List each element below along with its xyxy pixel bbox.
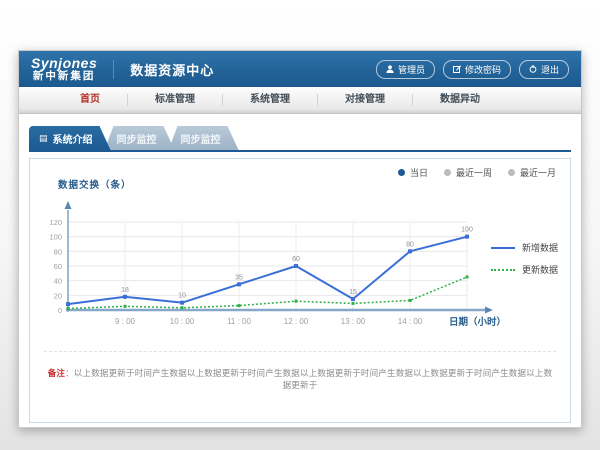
logout-label: 退出 <box>541 63 559 76</box>
svg-text:10 : 00: 10 : 00 <box>170 317 195 326</box>
svg-text:18: 18 <box>121 287 129 294</box>
radio-selected-icon <box>398 169 405 176</box>
period-last-week-label: 最近一周 <box>456 166 492 179</box>
svg-text:13 : 00: 13 : 00 <box>341 317 366 326</box>
radio-icon <box>508 169 515 176</box>
svg-text:10: 10 <box>178 293 186 300</box>
radio-icon <box>444 169 451 176</box>
footnote-text: ：以上数据更新于时间产生数据以上数据更新于时间产生数据以上数据更新于时间产生数据… <box>65 368 552 390</box>
app-header: Synjones 新中新集团 数据资源中心 管理员 修改密码 退出 <box>19 51 581 87</box>
svg-text:120: 120 <box>49 218 62 227</box>
solid-line-sample-icon <box>491 247 515 249</box>
period-today-label: 当日 <box>410 166 428 179</box>
svg-text:40: 40 <box>54 277 62 286</box>
tab-sync-monitor-2-label: 同步监控 <box>181 131 221 146</box>
svg-text:0: 0 <box>58 306 62 315</box>
admin-label: 管理员 <box>398 63 425 76</box>
nav-item-data-change[interactable]: 数据异动 <box>413 94 507 106</box>
main-content: ▤ 系统介绍 同步监控 同步监控 当日 最近一周 <box>19 114 581 423</box>
tab-system-intro[interactable]: ▤ 系统介绍 <box>29 126 111 150</box>
nav-item-interface-mgmt[interactable]: 对接管理 <box>318 94 413 106</box>
user-menu: 管理员 修改密码 退出 <box>376 60 569 79</box>
tab-bar: ▤ 系统介绍 同步监控 同步监控 <box>29 126 571 152</box>
admin-button[interactable]: 管理员 <box>376 60 435 79</box>
period-option-last-month[interactable]: 最近一月 <box>508 166 556 179</box>
user-icon <box>386 65 394 73</box>
period-option-today[interactable]: 当日 <box>398 166 428 179</box>
svg-text:80: 80 <box>406 241 414 248</box>
nav-item-home[interactable]: 首页 <box>53 94 128 106</box>
footnote: 备注：以上数据更新于时间产生数据以上数据更新于时间产生数据以上数据更新于时间产生… <box>44 351 556 391</box>
tab-sync-monitor-1[interactable]: 同步监控 <box>105 126 175 150</box>
svg-text:11 : 00: 11 : 00 <box>227 317 251 326</box>
svg-text:100: 100 <box>461 227 473 234</box>
svg-text:35: 35 <box>235 274 243 281</box>
svg-text:20: 20 <box>54 291 62 300</box>
brand-name-cn: 新中新集团 <box>31 71 97 82</box>
svg-text:60: 60 <box>54 262 62 271</box>
nav-item-standard-mgmt[interactable]: 标准管理 <box>128 94 223 106</box>
brand-logo: Synjones 新中新集团 <box>31 56 97 82</box>
tab-system-intro-label: 系统介绍 <box>53 131 93 146</box>
period-filter: 当日 最近一周 最近一月 <box>398 166 556 179</box>
chart-legend: 新增数据 更新数据 <box>491 241 558 285</box>
app-window: Synjones 新中新集团 数据资源中心 管理员 修改密码 退出 首页 标准管… <box>18 50 582 428</box>
svg-text:14 : 00: 14 : 00 <box>398 317 423 326</box>
footnote-label: 备注 <box>48 368 65 378</box>
legend-item-new-data: 新增数据 <box>491 241 558 254</box>
dotted-line-sample-icon <box>491 269 515 271</box>
tab-sync-monitor-1-label: 同步监控 <box>117 131 157 146</box>
period-option-last-week[interactable]: 最近一周 <box>444 166 492 179</box>
legend-new-data-label: 新增数据 <box>522 241 558 254</box>
y-axis-title: 数据交换（条） <box>58 177 132 191</box>
brand-name: Synjones <box>31 56 97 71</box>
svg-text:60: 60 <box>292 256 300 263</box>
page-title: 数据资源中心 <box>113 60 214 79</box>
x-axis-title: 日期（小时） <box>449 314 506 328</box>
edit-icon <box>453 65 461 73</box>
svg-text:12 : 00: 12 : 00 <box>284 317 309 326</box>
nav-item-system-mgmt[interactable]: 系统管理 <box>223 94 318 106</box>
svg-text:15: 15 <box>349 289 357 296</box>
document-icon: ▤ <box>39 134 48 143</box>
power-icon <box>529 65 537 73</box>
chart-panel: 当日 最近一周 最近一月 数据交换（条） 0 20 40 60 80 100 120 9 : … <box>29 158 571 423</box>
svg-text:80: 80 <box>54 247 62 256</box>
change-password-button[interactable]: 修改密码 <box>443 60 511 79</box>
svg-text:9 : 00: 9 : 00 <box>115 317 136 326</box>
change-password-label: 修改密码 <box>465 63 501 76</box>
svg-text:100: 100 <box>49 233 62 242</box>
period-last-month-label: 最近一月 <box>520 166 556 179</box>
legend-updated-data-label: 更新数据 <box>522 263 558 276</box>
legend-item-updated-data: 更新数据 <box>491 263 558 276</box>
main-nav: 首页 标准管理 系统管理 对接管理 数据异动 <box>19 87 581 114</box>
tab-sync-monitor-2[interactable]: 同步监控 <box>169 126 239 150</box>
logout-button[interactable]: 退出 <box>519 60 569 79</box>
